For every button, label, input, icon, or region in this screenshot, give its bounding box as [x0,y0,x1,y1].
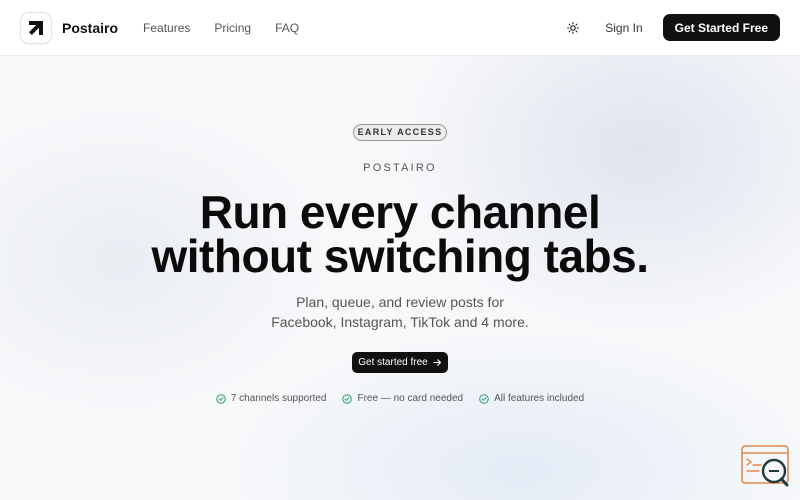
sign-in-link[interactable]: Sign In [605,21,642,35]
get-started-button[interactable]: Get started free [352,352,448,373]
early-access-badge: EARLY ACCESS [353,124,447,141]
header-actions: Sign In Get Started Free [561,14,780,41]
help-widget-button[interactable] [741,444,791,490]
search-chat-icon [741,445,789,487]
hero-section: EARLY ACCESS POSTAIRO Run every channel … [0,56,800,500]
hero-headline: Run every channel without switching tabs… [0,189,800,279]
top-navbar: Postairo Features Pricing FAQ Sign In Ge… [0,0,800,56]
feature-label: Free — no card needed [357,393,464,404]
brand-logo[interactable] [20,11,52,44]
get-started-label: Get started free [358,357,428,368]
feature-label: 7 channels supported [230,393,327,404]
feature-item: All features included [479,393,584,404]
headline-line-2: without switching tabs. [151,230,649,282]
check-circle-icon [479,393,489,404]
sun-icon [567,21,580,34]
subtitle-line-2: Facebook, Instagram, TikTok and 4 more. [271,314,529,330]
hero-eyebrow: POSTAIRO [363,162,437,174]
feature-item: 7 channels supported [216,393,327,404]
get-started-free-button[interactable]: Get Started Free [662,14,780,41]
subtitle-line-1: Plan, queue, and review posts for [296,294,504,310]
check-circle-icon [216,393,226,404]
feature-item: Free — no card needed [342,393,463,404]
check-circle-icon [342,393,353,404]
main-nav: Features Pricing FAQ [143,21,323,35]
nav-features[interactable]: Features [143,21,190,35]
brand-name[interactable]: Postairo [62,20,118,36]
arrow-up-right-logo-icon [29,20,43,35]
arrow-right-icon [433,359,441,366]
feature-label: All features included [494,393,585,404]
feature-list: 7 channels supported Free — no card need… [0,393,800,404]
hero-subtitle: Plan, queue, and review posts for Facebo… [0,292,800,332]
theme-toggle-button[interactable] [561,16,585,40]
nav-faq[interactable]: FAQ [275,21,299,35]
nav-pricing[interactable]: Pricing [214,21,251,35]
